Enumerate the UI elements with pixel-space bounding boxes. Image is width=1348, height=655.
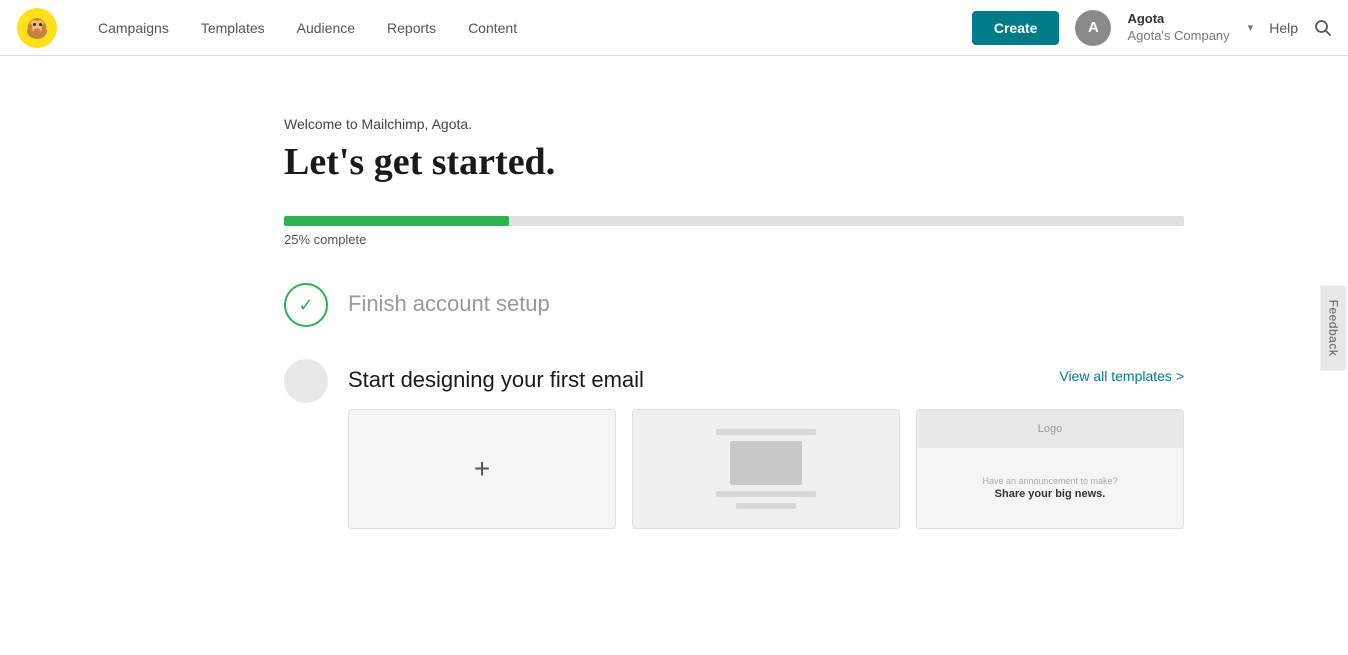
navbar-right: Create A Agota Agota's Company ▾ Help [972,10,1332,46]
welcome-text: Welcome to Mailchimp, Agota. [284,116,1184,132]
step-finish-account: ✓ Finish account setup [284,283,1184,327]
create-button[interactable]: Create [972,11,1060,45]
templates-grid: + [348,409,1184,529]
progress-bar-bg [284,216,1184,226]
view-all-templates-link[interactable]: View all templates > [1059,368,1184,384]
step-1-content: Finish account setup [348,283,1184,317]
step-design-email: Start designing your first email View al… [284,359,1184,529]
search-icon [1314,19,1332,37]
nav-item-templates[interactable]: Templates [185,0,281,56]
nav-item-campaigns[interactable]: Campaigns [82,0,185,56]
announce-main-text: Share your big news. [995,488,1106,500]
nav-item-content[interactable]: Content [452,0,533,56]
help-link[interactable]: Help [1269,20,1298,36]
checkmark-icon: ✓ [298,295,313,316]
layout-image-placeholder [730,441,802,485]
user-company: Agota's Company [1127,28,1229,45]
steps: ✓ Finish account setup Start designing y… [284,283,1184,529]
progress-bar-fill [284,216,509,226]
step-1-title: Finish account setup [348,291,1184,317]
navbar: Campaigns Templates Audience Reports Con… [0,0,1348,56]
user-name: Agota [1127,11,1229,28]
announce-subtext: Have an announcement to make? [982,476,1117,486]
user-dropdown-arrow[interactable]: ▾ [1248,21,1254,34]
template-card-announce[interactable]: Logo Have an announcement to make? Share… [916,409,1184,529]
template-card-blank[interactable]: + [348,409,616,529]
mailchimp-logo[interactable] [16,7,58,49]
search-button[interactable] [1314,19,1332,37]
logo-label: Logo [1038,423,1062,435]
template-card-layout[interactable] [632,409,900,529]
layout-line-short [736,503,796,509]
page-headline: Let's get started. [284,140,1184,184]
announce-preview: Logo Have an announcement to make? Share… [917,410,1183,528]
announce-logo-area: Logo [917,410,1183,448]
layout-line-top [716,429,816,435]
feedback-tab[interactable]: Feedback [1321,285,1347,370]
nav-item-reports[interactable]: Reports [371,0,452,56]
templates-header: Start designing your first email View al… [348,359,1184,393]
progress-label: 25% complete [284,232,1184,247]
layout-preview [633,410,899,528]
step-2-title: Start designing your first email [348,367,644,393]
user-avatar[interactable]: A [1075,10,1111,46]
progress-container: 25% complete [284,216,1184,247]
step-1-circle: ✓ [284,283,328,327]
user-info[interactable]: Agota Agota's Company [1127,11,1229,45]
main-content: Welcome to Mailchimp, Agota. Let's get s… [124,56,1224,569]
announce-bottom: Have an announcement to make? Share your… [917,448,1183,528]
step-2-circle [284,359,328,403]
layout-line-mid [716,491,816,497]
plus-icon: + [474,453,490,485]
nav-item-audience[interactable]: Audience [281,0,371,56]
step-2-content: Start designing your first email View al… [348,359,1184,529]
nav-links: Campaigns Templates Audience Reports Con… [82,0,972,56]
